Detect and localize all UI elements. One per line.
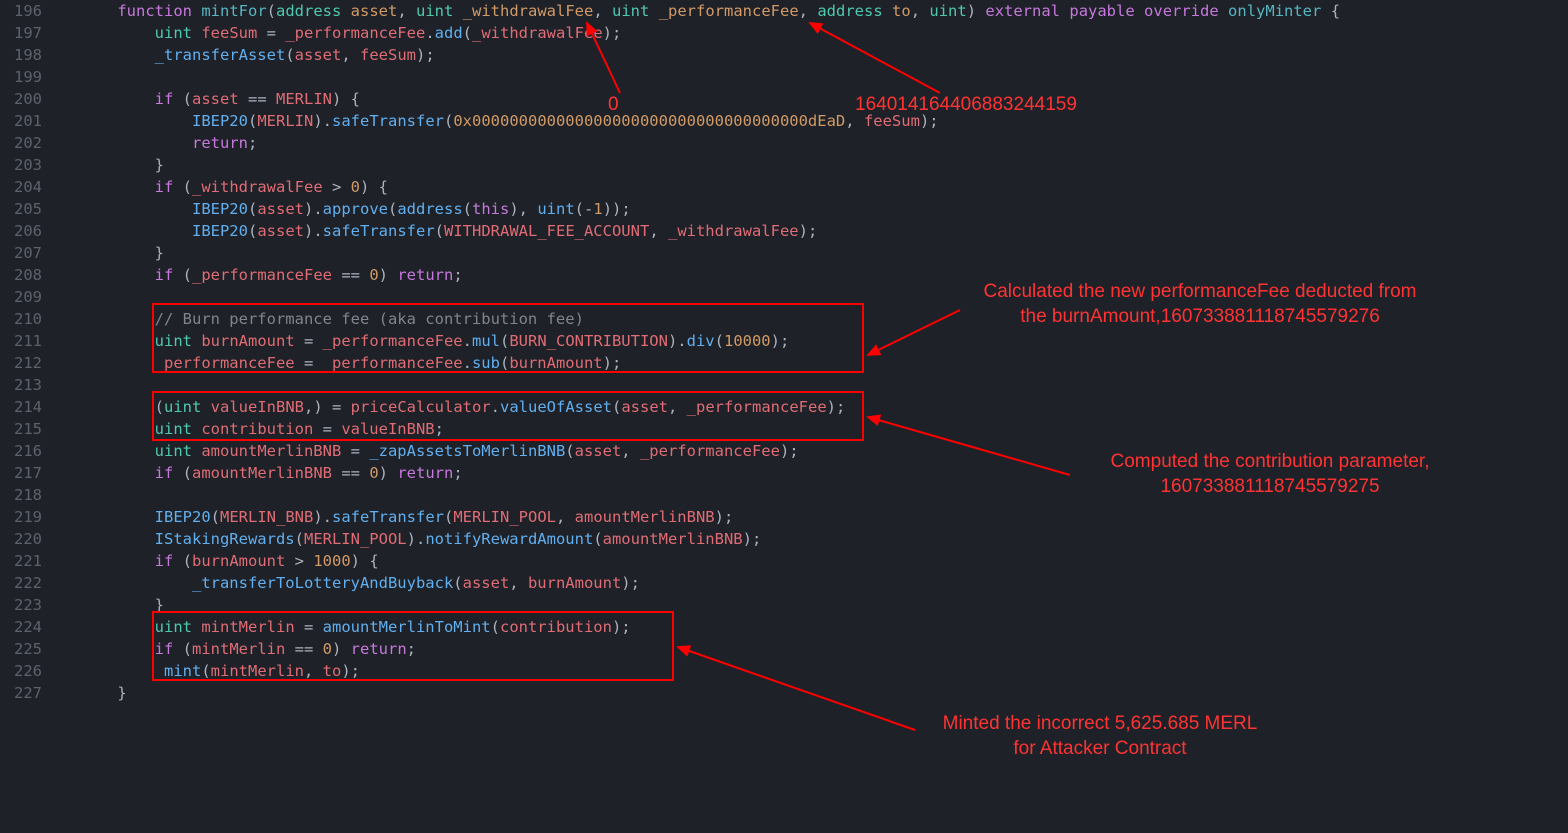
line-number: 201 — [0, 110, 60, 132]
line-number: 215 — [0, 418, 60, 440]
line-number: 222 — [0, 572, 60, 594]
line-number: 221 — [0, 550, 60, 572]
line-number: 213 — [0, 374, 60, 396]
line-number: 209 — [0, 286, 60, 308]
line-number: 212 — [0, 352, 60, 374]
line-number: 211 — [0, 330, 60, 352]
line-number: 196 — [0, 0, 60, 22]
code-editor: 196 197 198 199 200 201 202 203 204 205 … — [0, 0, 1568, 704]
line-number: 208 — [0, 264, 60, 286]
line-number: 220 — [0, 528, 60, 550]
line-number: 200 — [0, 88, 60, 110]
line-number: 223 — [0, 594, 60, 616]
line-number: 226 — [0, 660, 60, 682]
line-number: 227 — [0, 682, 60, 704]
line-number: 214 — [0, 396, 60, 418]
line-number: 206 — [0, 220, 60, 242]
annotation-box3: Minted the incorrect 5,625.685 MERL for … — [900, 712, 1300, 761]
line-number: 225 — [0, 638, 60, 660]
line-number: 210 — [0, 308, 60, 330]
line-number: 224 — [0, 616, 60, 638]
line-number: 203 — [0, 154, 60, 176]
code-body[interactable]: function mintFor(address asset, uint _wi… — [80, 0, 1568, 704]
line-number: 207 — [0, 242, 60, 264]
line-number: 205 — [0, 198, 60, 220]
line-number: 199 — [0, 66, 60, 88]
line-number: 202 — [0, 132, 60, 154]
line-number: 198 — [0, 44, 60, 66]
line-number: 197 — [0, 22, 60, 44]
line-number-gutter: 196 197 198 199 200 201 202 203 204 205 … — [0, 0, 60, 704]
line-number: 216 — [0, 440, 60, 462]
line-number: 218 — [0, 484, 60, 506]
line-number: 204 — [0, 176, 60, 198]
line-number: 217 — [0, 462, 60, 484]
line-number: 219 — [0, 506, 60, 528]
